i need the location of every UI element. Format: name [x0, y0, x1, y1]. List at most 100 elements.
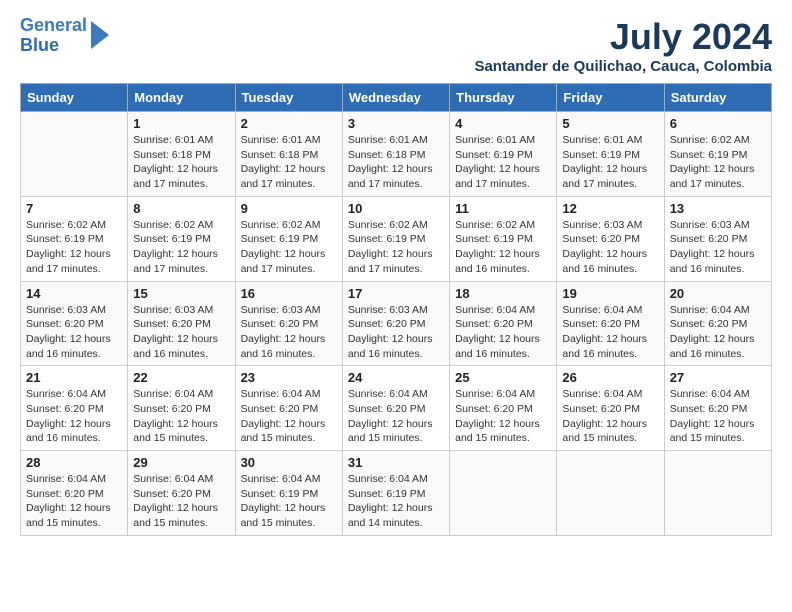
day-info: Sunrise: 6:04 AM Sunset: 6:20 PM Dayligh…: [562, 303, 658, 362]
calendar-cell: 27 Sunrise: 6:04 AM Sunset: 6:20 PM Dayli…: [664, 366, 771, 451]
calendar-cell: 10 Sunrise: 6:02 AM Sunset: 6:19 PM Dayli…: [342, 196, 449, 281]
day-info: Sunrise: 6:02 AM Sunset: 6:19 PM Dayligh…: [348, 218, 444, 277]
logo: General Blue: [20, 16, 109, 56]
calendar-cell: [664, 451, 771, 536]
calendar-cell: 12 Sunrise: 6:03 AM Sunset: 6:20 PM Dayli…: [557, 196, 664, 281]
day-number: 15: [133, 286, 229, 301]
day-number: 5: [562, 116, 658, 131]
day-number: 14: [26, 286, 122, 301]
calendar-week-1: 1 Sunrise: 6:01 AM Sunset: 6:18 PM Daylig…: [21, 112, 772, 197]
calendar-cell: 24 Sunrise: 6:04 AM Sunset: 6:20 PM Dayli…: [342, 366, 449, 451]
day-info: Sunrise: 6:03 AM Sunset: 6:20 PM Dayligh…: [348, 303, 444, 362]
day-info: Sunrise: 6:04 AM Sunset: 6:19 PM Dayligh…: [241, 472, 337, 531]
calendar-cell: 19 Sunrise: 6:04 AM Sunset: 6:20 PM Dayli…: [557, 281, 664, 366]
day-info: Sunrise: 6:01 AM Sunset: 6:18 PM Dayligh…: [241, 133, 337, 192]
day-number: 30: [241, 455, 337, 470]
day-number: 19: [562, 286, 658, 301]
header-day-sunday: Sunday: [21, 84, 128, 112]
day-number: 6: [670, 116, 766, 131]
day-info: Sunrise: 6:04 AM Sunset: 6:20 PM Dayligh…: [670, 303, 766, 362]
day-info: Sunrise: 6:04 AM Sunset: 6:20 PM Dayligh…: [241, 387, 337, 446]
day-number: 3: [348, 116, 444, 131]
day-number: 24: [348, 370, 444, 385]
day-info: Sunrise: 6:04 AM Sunset: 6:20 PM Dayligh…: [133, 387, 229, 446]
logo-text-blue: Blue: [20, 36, 87, 56]
calendar-cell: 4 Sunrise: 6:01 AM Sunset: 6:19 PM Daylig…: [450, 112, 557, 197]
day-info: Sunrise: 6:03 AM Sunset: 6:20 PM Dayligh…: [241, 303, 337, 362]
day-number: 11: [455, 201, 551, 216]
calendar-cell: 15 Sunrise: 6:03 AM Sunset: 6:20 PM Dayli…: [128, 281, 235, 366]
day-number: 27: [670, 370, 766, 385]
day-number: 28: [26, 455, 122, 470]
day-info: Sunrise: 6:02 AM Sunset: 6:19 PM Dayligh…: [133, 218, 229, 277]
calendar-cell: 28 Sunrise: 6:04 AM Sunset: 6:20 PM Dayli…: [21, 451, 128, 536]
day-number: 20: [670, 286, 766, 301]
calendar-cell: 26Sunrise: 6:04 AM Sunset: 6:20 PM Dayli…: [557, 366, 664, 451]
calendar-cell: 2Sunrise: 6:01 AM Sunset: 6:18 PM Daylig…: [235, 112, 342, 197]
calendar-cell: 7 Sunrise: 6:02 AM Sunset: 6:19 PM Daylig…: [21, 196, 128, 281]
header-day-thursday: Thursday: [450, 84, 557, 112]
header-day-wednesday: Wednesday: [342, 84, 449, 112]
calendar-cell: 23 Sunrise: 6:04 AM Sunset: 6:20 PM Dayli…: [235, 366, 342, 451]
day-info: Sunrise: 6:04 AM Sunset: 6:20 PM Dayligh…: [348, 387, 444, 446]
day-number: 13: [670, 201, 766, 216]
day-number: 26: [562, 370, 658, 385]
header-day-friday: Friday: [557, 84, 664, 112]
day-info: Sunrise: 6:03 AM Sunset: 6:20 PM Dayligh…: [133, 303, 229, 362]
month-year-title: July 2024: [474, 16, 772, 58]
logo-arrow-icon: [91, 21, 109, 49]
calendar-cell: 11 Sunrise: 6:02 AM Sunset: 6:19 PM Dayli…: [450, 196, 557, 281]
day-number: 4: [455, 116, 551, 131]
day-info: Sunrise: 6:03 AM Sunset: 6:20 PM Dayligh…: [562, 218, 658, 277]
day-number: 10: [348, 201, 444, 216]
calendar-cell: 18Sunrise: 6:04 AM Sunset: 6:20 PM Dayli…: [450, 281, 557, 366]
header-day-monday: Monday: [128, 84, 235, 112]
day-number: 7: [26, 201, 122, 216]
day-number: 22: [133, 370, 229, 385]
day-info: Sunrise: 6:03 AM Sunset: 6:20 PM Dayligh…: [26, 303, 122, 362]
calendar-cell: [450, 451, 557, 536]
header-day-tuesday: Tuesday: [235, 84, 342, 112]
day-number: 9: [241, 201, 337, 216]
calendar-cell: 1Sunrise: 6:01 AM Sunset: 6:18 PM Daylig…: [128, 112, 235, 197]
calendar-cell: 14 Sunrise: 6:03 AM Sunset: 6:20 PM Dayli…: [21, 281, 128, 366]
day-info: Sunrise: 6:01 AM Sunset: 6:19 PM Dayligh…: [455, 133, 551, 192]
day-info: Sunrise: 6:04 AM Sunset: 6:19 PM Dayligh…: [348, 472, 444, 531]
calendar-cell: 17Sunrise: 6:03 AM Sunset: 6:20 PM Dayli…: [342, 281, 449, 366]
calendar-cell: 8 Sunrise: 6:02 AM Sunset: 6:19 PM Daylig…: [128, 196, 235, 281]
calendar-week-2: 7 Sunrise: 6:02 AM Sunset: 6:19 PM Daylig…: [21, 196, 772, 281]
day-number: 8: [133, 201, 229, 216]
calendar-body: 1 Sunrise: 6:01 AM Sunset: 6:18 PM Daylig…: [21, 112, 772, 536]
day-number: 23: [241, 370, 337, 385]
day-info: Sunrise: 6:01 AM Sunset: 6:18 PM Dayligh…: [348, 133, 444, 192]
day-number: 12: [562, 201, 658, 216]
calendar-cell: 31 Sunrise: 6:04 AM Sunset: 6:19 PM Dayli…: [342, 451, 449, 536]
day-info: Sunrise: 6:02 AM Sunset: 6:19 PM Dayligh…: [26, 218, 122, 277]
location-subtitle: Santander de Quilichao, Cauca, Colombia: [474, 58, 772, 75]
day-number: 1: [133, 116, 229, 131]
day-info: Sunrise: 6:02 AM Sunset: 6:19 PM Dayligh…: [455, 218, 551, 277]
calendar-cell: 6 Sunrise: 6:02 AM Sunset: 6:19 PM Daylig…: [664, 112, 771, 197]
calendar-cell: [557, 451, 664, 536]
calendar-week-3: 14 Sunrise: 6:03 AM Sunset: 6:20 PM Dayli…: [21, 281, 772, 366]
calendar-cell: 9Sunrise: 6:02 AM Sunset: 6:19 PM Daylig…: [235, 196, 342, 281]
day-number: 18: [455, 286, 551, 301]
page-header: General Blue July 2024 Santander de Quil…: [20, 16, 772, 75]
day-info: Sunrise: 6:03 AM Sunset: 6:20 PM Dayligh…: [670, 218, 766, 277]
calendar-cell: 29Sunrise: 6:04 AM Sunset: 6:20 PM Dayli…: [128, 451, 235, 536]
day-info: Sunrise: 6:01 AM Sunset: 6:19 PM Dayligh…: [562, 133, 658, 192]
calendar-cell: 20 Sunrise: 6:04 AM Sunset: 6:20 PM Dayli…: [664, 281, 771, 366]
day-info: Sunrise: 6:04 AM Sunset: 6:20 PM Dayligh…: [670, 387, 766, 446]
day-info: Sunrise: 6:04 AM Sunset: 6:20 PM Dayligh…: [26, 472, 122, 531]
calendar-cell: 25Sunrise: 6:04 AM Sunset: 6:20 PM Dayli…: [450, 366, 557, 451]
day-info: Sunrise: 6:02 AM Sunset: 6:19 PM Dayligh…: [670, 133, 766, 192]
logo-text-general: General: [20, 16, 87, 36]
day-number: 29: [133, 455, 229, 470]
calendar-table: SundayMondayTuesdayWednesdayThursdayFrid…: [20, 83, 772, 536]
day-info: Sunrise: 6:04 AM Sunset: 6:20 PM Dayligh…: [455, 387, 551, 446]
calendar-cell: 30 Sunrise: 6:04 AM Sunset: 6:19 PM Dayli…: [235, 451, 342, 536]
calendar-cell: 13 Sunrise: 6:03 AM Sunset: 6:20 PM Dayli…: [664, 196, 771, 281]
day-number: 31: [348, 455, 444, 470]
calendar-cell: 5 Sunrise: 6:01 AM Sunset: 6:19 PM Daylig…: [557, 112, 664, 197]
calendar-cell: 16Sunrise: 6:03 AM Sunset: 6:20 PM Dayli…: [235, 281, 342, 366]
